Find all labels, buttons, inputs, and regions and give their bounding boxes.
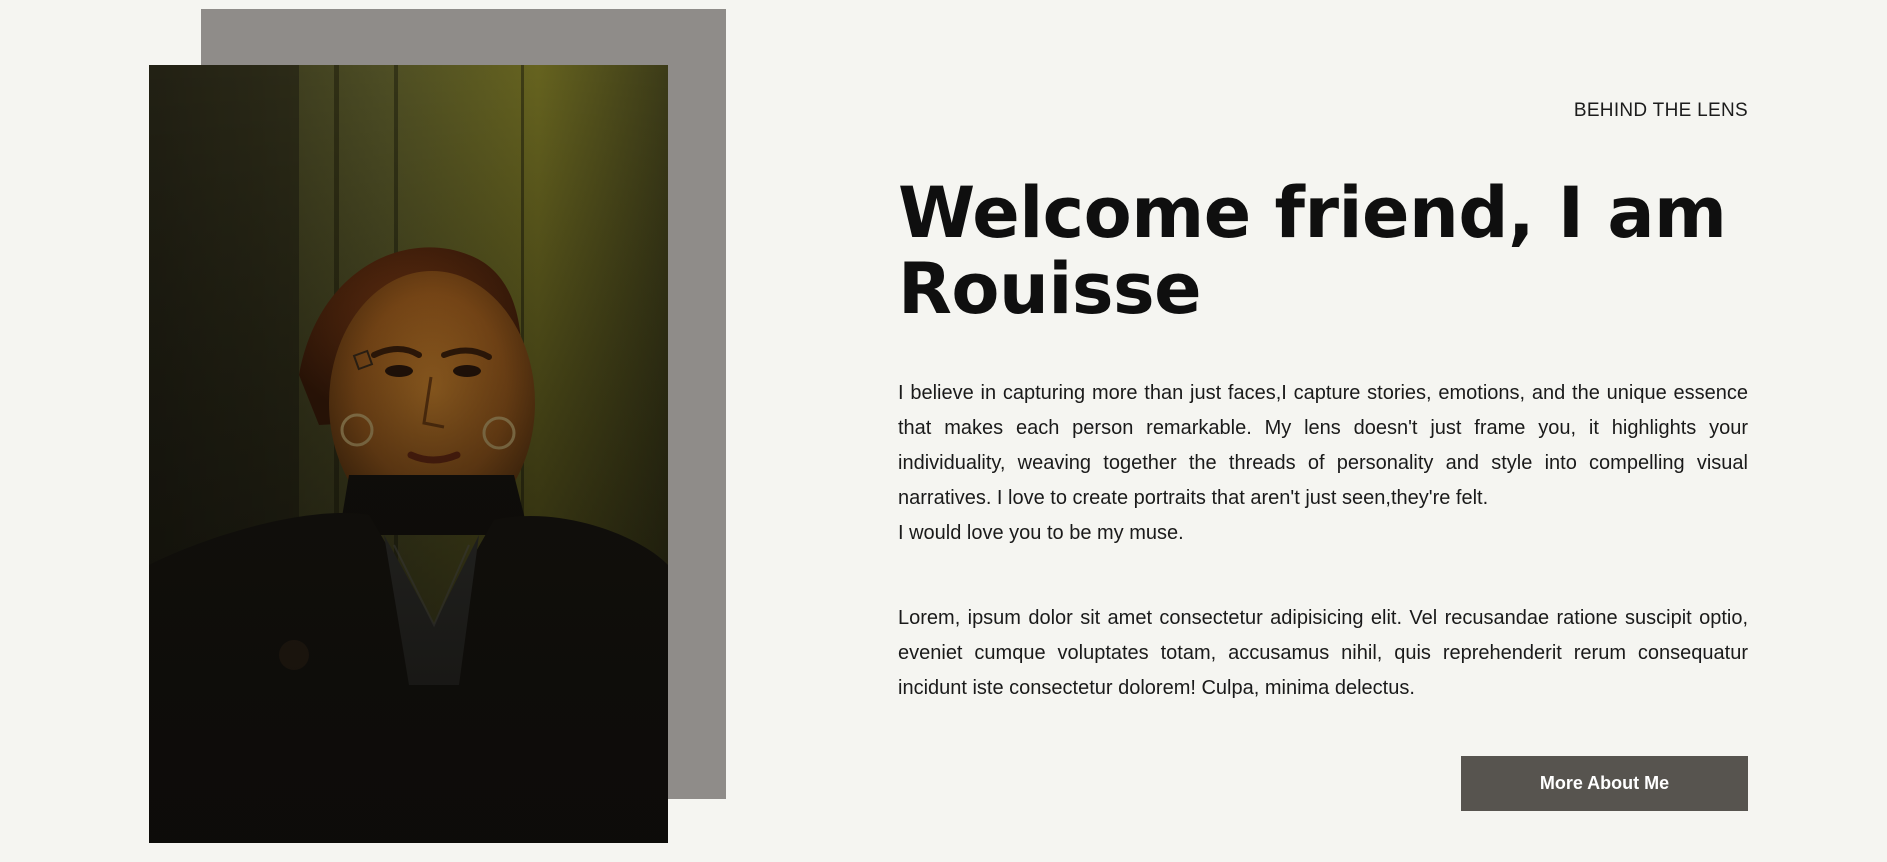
portrait-photo [149,65,668,843]
page-title: Welcome friend, I am Rouisse [898,172,1727,330]
portrait-illustration [149,65,668,843]
more-about-me-button[interactable]: More About Me [1461,756,1748,811]
section-eyebrow: BEHIND THE LENS [1573,100,1748,121]
intro-paragraph: I believe in capturing more than just fa… [898,382,1748,509]
intro-closing-line: I would love you to be my muse. [898,522,1184,544]
lorem-paragraph: Lorem, ipsum dolor sit amet consectetur … [898,607,1748,699]
